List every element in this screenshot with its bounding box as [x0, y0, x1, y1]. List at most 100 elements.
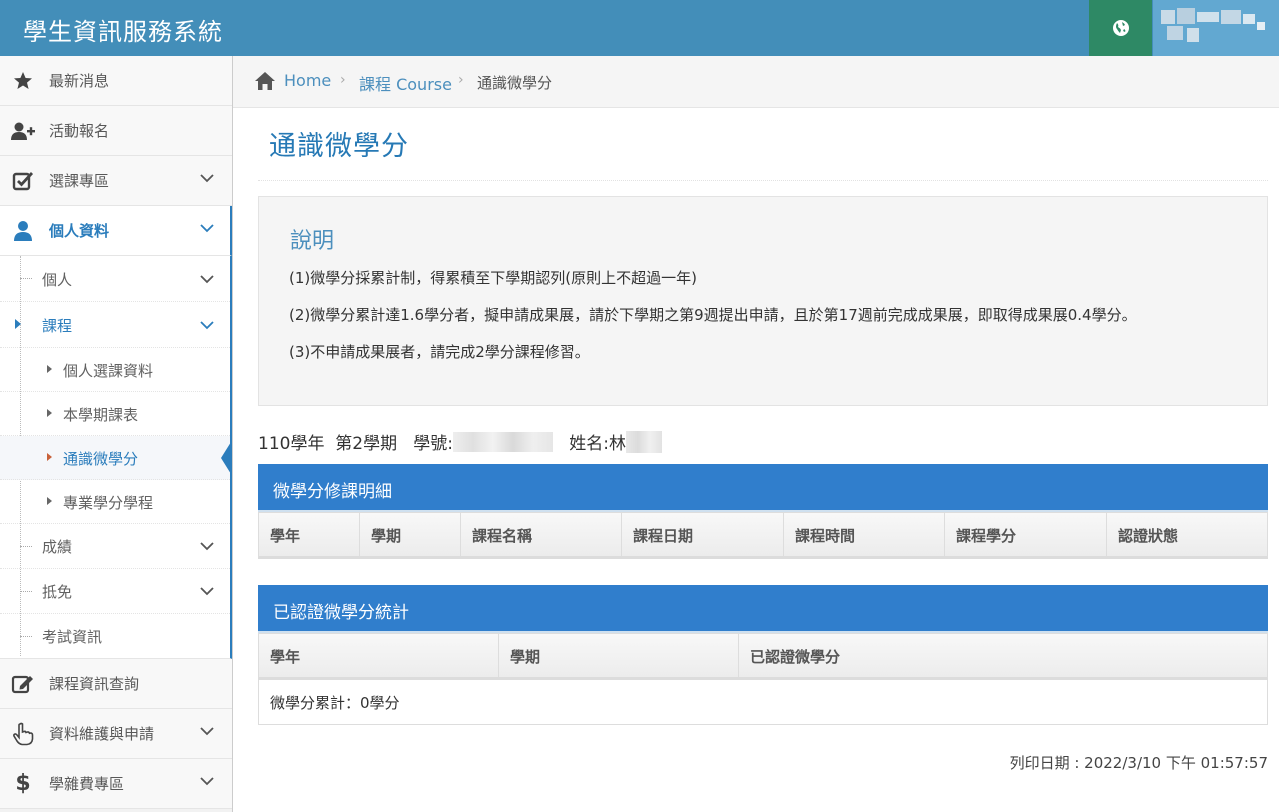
- student-name-redacted: [625, 431, 662, 453]
- tree-dash: [20, 278, 32, 279]
- tree-dash: [20, 636, 32, 637]
- sidebar: 最新消息 活動報名 選課專區 個人資料 個人 課程 個人選課資料 本學期課表 通…: [0, 56, 233, 812]
- column-header-label: 課程名稱: [472, 527, 533, 545]
- sidebar-item-label: 學雜費專區: [49, 775, 125, 793]
- chevron-down-icon: [200, 321, 214, 330]
- edit-icon: [10, 673, 36, 695]
- print-date: 列印日期 : 2022/3/10 下午 01:57:57: [1009, 754, 1268, 772]
- sidebar-item-course-info-query[interactable]: 課程資訊查詢: [0, 659, 232, 709]
- active-indicator-arrow: [221, 442, 231, 474]
- info-line: (3)不申請成果展者，請完成2學分課程修習。: [289, 343, 590, 361]
- submenu-item-grades[interactable]: 成績: [0, 524, 230, 569]
- sidebar-item-label: 活動報名: [49, 122, 110, 140]
- column-header: 已認證微學分: [739, 634, 1267, 677]
- app-title[interactable]: 學生資訊服務系統: [23, 12, 223, 47]
- student-info: 110學年 第2學期 學號: 姓名:林: [258, 429, 662, 454]
- sidebar-item-label: 資料維護與申請: [49, 725, 155, 743]
- column-header: 課程時間: [784, 513, 945, 556]
- submenu-item-semester-timetable[interactable]: 本學期課表: [0, 392, 230, 436]
- submenu-item-exam-info[interactable]: 考試資訊: [0, 614, 230, 659]
- submenu-item-label: 考試資訊: [42, 628, 103, 646]
- chevron-down-icon: [200, 224, 214, 233]
- chevron-down-icon: [200, 275, 214, 284]
- sidebar-item-label: 最新消息: [49, 72, 110, 90]
- submenu-item-label: 本學期課表: [63, 406, 139, 424]
- column-header: 課程日期: [622, 513, 784, 556]
- globe-icon: [1112, 20, 1129, 36]
- caret-right-icon: [47, 497, 52, 505]
- submenu-item-personal-course-selection[interactable]: 個人選課資料: [0, 348, 230, 392]
- breadcrumb-course-link[interactable]: 課程 Course: [359, 71, 452, 95]
- sidebar-item-tuition[interactable]: $ 學雜費專區: [0, 759, 232, 809]
- sidebar-item-label: 個人資料: [49, 222, 110, 240]
- caret-right-icon: [47, 409, 52, 417]
- title-divider: [258, 180, 1268, 181]
- user-menu-button[interactable]: [1153, 0, 1279, 56]
- column-header-label: 學年: [270, 648, 301, 666]
- column-header: 學年: [259, 634, 499, 677]
- submenu-item-professional-program[interactable]: 專業學分學程: [0, 480, 230, 524]
- home-icon: [255, 72, 275, 90]
- term-label: 110學年 第2學期: [258, 434, 398, 454]
- breadcrumb-current: 通識微學分: [477, 74, 553, 92]
- column-header-label: 認證狀態: [1118, 527, 1179, 545]
- caret-right-icon: [47, 365, 52, 373]
- personal-data-submenu: 個人 課程 個人選課資料 本學期課表 通識微學分 專業學分學程 成績 抵免 考試…: [0, 256, 232, 659]
- column-header-label: 課程日期: [633, 527, 694, 545]
- stats-table-head: 學年 學期 已認證微學分: [258, 633, 1268, 680]
- column-header-label: 學期: [510, 648, 541, 666]
- column-header-label: 已認證微學分: [750, 648, 841, 666]
- submenu-item-label: 專業學分學程: [63, 494, 154, 512]
- chevron-down-icon: [200, 542, 214, 551]
- stats-table-header: 已認證微學分統計: [258, 585, 1268, 633]
- total-credits: 微學分累計：0學分: [270, 694, 400, 712]
- stats-table-title: 已認證微學分統計: [273, 603, 409, 623]
- page-title: 通識微學分: [269, 131, 409, 162]
- caret-right-icon: [15, 319, 21, 329]
- info-title: 說明: [290, 229, 335, 254]
- submenu-item-label: 成績: [42, 538, 73, 556]
- column-header: 學年: [259, 513, 360, 556]
- column-header-label: 學期: [371, 527, 402, 545]
- chevron-down-icon: [200, 587, 214, 596]
- sidebar-item-personal-data[interactable]: 個人資料: [0, 206, 232, 256]
- submenu-item-personal[interactable]: 個人: [0, 256, 230, 302]
- column-header-label: 課程時間: [795, 527, 856, 545]
- detail-table-head: 學年 學期 課程名稱 課程日期 課程時間 課程學分 認證狀態: [258, 512, 1268, 559]
- breadcrumb-home-link[interactable]: Home: [284, 71, 331, 90]
- column-header: 課程學分: [945, 513, 1107, 556]
- check-square-icon: [10, 170, 36, 192]
- chevron-down-icon: [200, 777, 214, 786]
- breadcrumb-separator: ›: [458, 72, 464, 88]
- chevron-down-icon: [200, 174, 214, 183]
- info-box: 說明 (1)微學分採累計制，得累積至下學期認列(原則上不超過一年) (2)微學分…: [258, 196, 1268, 406]
- breadcrumb-separator: ›: [340, 72, 346, 88]
- student-id-redacted: [453, 432, 554, 452]
- sidebar-item-event-signup[interactable]: 活動報名: [0, 106, 232, 156]
- submenu-item-label: 個人選課資料: [63, 362, 154, 380]
- tree-dash: [20, 591, 32, 592]
- submenu-item-general-microcredit[interactable]: 通識微學分: [0, 436, 231, 480]
- column-header-label: 課程學分: [956, 527, 1017, 545]
- submenu-item-label: 通識微學分: [63, 450, 139, 468]
- sidebar-item-label: 選課專區: [49, 172, 110, 190]
- table-row: 微學分累計：0學分: [258, 680, 1268, 725]
- detail-table-header: 微學分修課明細: [258, 464, 1268, 512]
- column-header: 認證狀態: [1107, 513, 1267, 556]
- submenu-item-course[interactable]: 課程: [0, 302, 230, 348]
- submenu-item-credit-transfer[interactable]: 抵免: [0, 569, 230, 614]
- column-header: 課程名稱: [461, 513, 622, 556]
- info-line: (1)微學分採累計制，得累積至下學期認列(原則上不超過一年): [289, 269, 697, 287]
- submenu-item-label: 個人: [42, 271, 73, 289]
- column-header: 學期: [499, 634, 739, 677]
- breadcrumb: Home › 課程 Course › 通識微學分: [233, 56, 1279, 108]
- column-header-label: 學年: [270, 527, 301, 545]
- tree-dash: [20, 546, 32, 547]
- sidebar-item-course-selection[interactable]: 選課專區: [0, 156, 232, 206]
- sidebar-item-data-maintenance[interactable]: 資料維護與申請: [0, 709, 232, 759]
- top-navbar: 學生資訊服務系統: [0, 0, 1279, 56]
- info-line: (2)微學分累計達1.6學分者，擬申請成果展，請於下學期之第9週提出申請，且於第…: [289, 306, 1137, 324]
- language-button[interactable]: [1089, 0, 1152, 56]
- sidebar-item-news[interactable]: 最新消息: [0, 56, 232, 106]
- user-icon: [10, 220, 36, 242]
